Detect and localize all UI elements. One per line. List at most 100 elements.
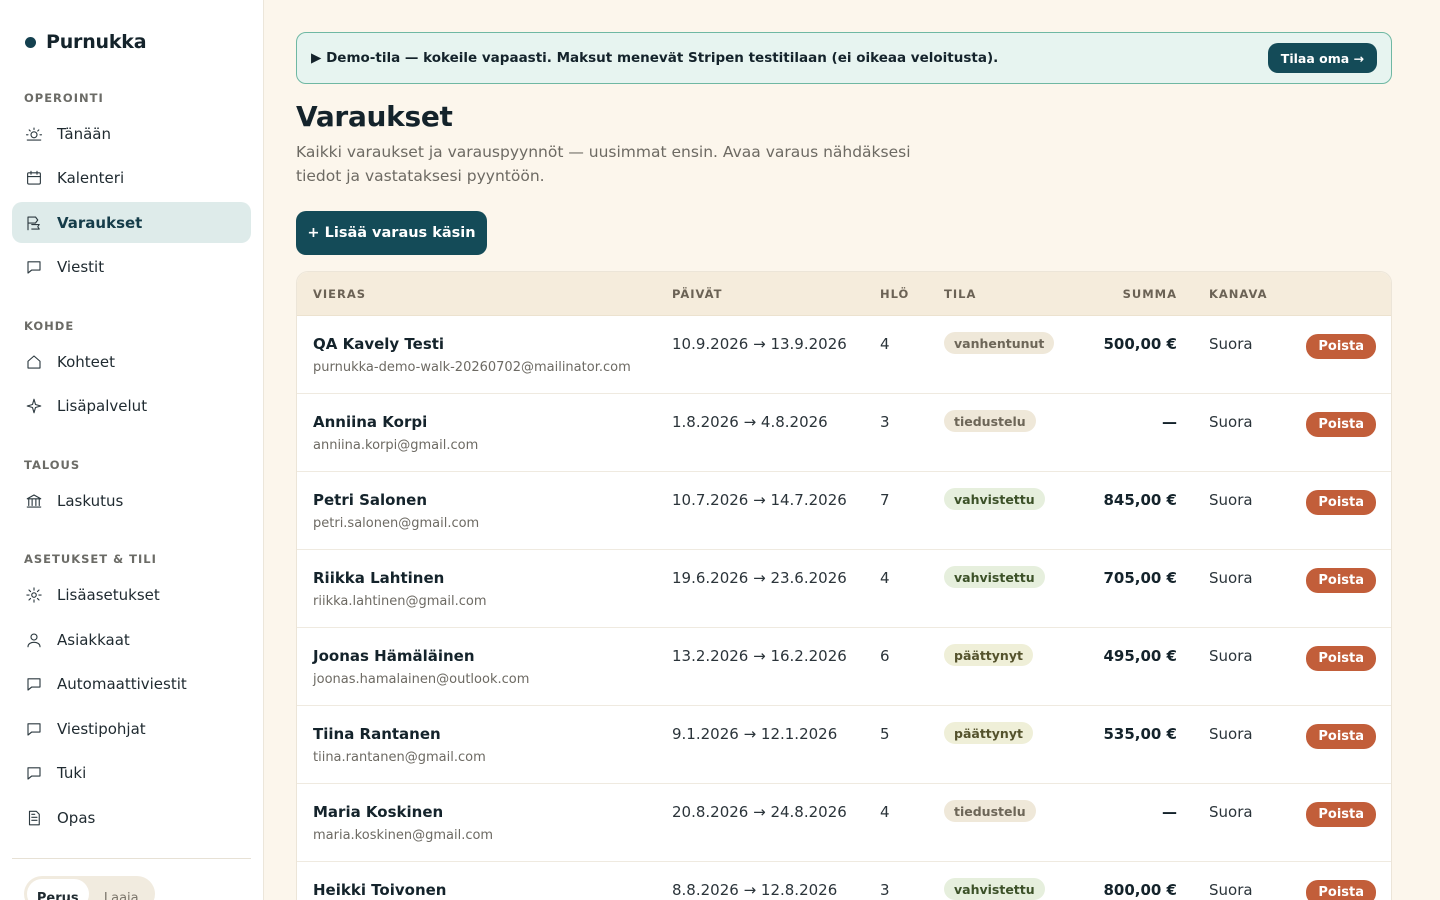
status-badge: vahvistettu (944, 878, 1045, 900)
guest-name[interactable]: Maria Koskinen (313, 803, 443, 821)
guest-name[interactable]: Riikka Lahtinen (313, 569, 444, 587)
status-badge: vahvistettu (944, 488, 1045, 510)
sidebar-divider (12, 858, 251, 859)
sun-icon (25, 125, 43, 143)
table-row[interactable]: Anniina Korpi anniina.korpi@gmail.com 1.8.… (297, 394, 1391, 472)
sidebar-item-label: Viestipohjat (57, 719, 146, 738)
table-row[interactable]: Maria Koskinen maria.koskinen@gmail.com 20… (297, 784, 1391, 862)
status-badge: vahvistettu (944, 566, 1045, 588)
add-booking-button[interactable]: + Lisää varaus käsin (296, 211, 487, 255)
subscribe-button[interactable]: Tilaa oma → (1267, 43, 1377, 73)
guest-email: riikka.lahtinen@gmail.com (313, 594, 487, 609)
delete-button[interactable]: Poista (1306, 412, 1376, 437)
sidebar-item-lisapalvelut[interactable]: Lisäpalvelut (12, 385, 251, 426)
sidebar-item-viestit[interactable]: Viestit (12, 246, 251, 287)
booking-dates: 8.8.2026 → 12.8.2026 (672, 881, 838, 899)
page-title: Varaukset (296, 100, 453, 133)
guest-email: maria.koskinen@gmail.com (313, 828, 494, 843)
table-row[interactable]: QA Kavely Testi purnukka-demo-walk-202607… (297, 316, 1391, 394)
status-badge: tiedustelu (944, 800, 1036, 822)
brand-logo[interactable]: Purnukka (25, 31, 147, 53)
guest-name[interactable]: QA Kavely Testi (313, 335, 444, 353)
column-header-channel[interactable]: KANAVA (1209, 287, 1268, 301)
sidebar-item-label: Viestit (57, 257, 105, 276)
delete-button[interactable]: Poista (1306, 646, 1376, 671)
sidebar-item-tanaan[interactable]: Tänään (12, 113, 251, 154)
booking-channel: Suora (1209, 413, 1253, 431)
guest-email: joonas.hamalainen@outlook.com (313, 672, 530, 687)
gear-icon (25, 586, 43, 604)
column-header-sum[interactable]: SUMMA (1123, 287, 1177, 301)
booking-sum: — (1162, 803, 1177, 821)
chat-icon (25, 720, 43, 738)
sidebar-item-tuki[interactable]: Tuki (12, 752, 251, 793)
booking-dates: 13.2.2026 → 16.2.2026 (672, 647, 847, 665)
delete-button[interactable]: Poista (1306, 568, 1376, 593)
sidebar-item-label: Varaukset (57, 213, 143, 232)
delete-button[interactable]: Poista (1306, 724, 1376, 749)
guest-name[interactable]: Anniina Korpi (313, 413, 427, 431)
sidebar-item-varaukset[interactable]: Varaukset (12, 202, 251, 243)
booking-channel: Suora (1209, 491, 1253, 509)
column-header-status[interactable]: TILA (944, 287, 976, 301)
booking-dates: 9.1.2026 → 12.1.2026 (672, 725, 838, 743)
bookings-table: VIERAS PÄIVÄT HLÖ TILA SUMMA KANAVA QA K… (296, 271, 1392, 900)
sidebar-item-opas[interactable]: Opas (12, 797, 251, 838)
sidebar-item-label: Kohteet (57, 352, 115, 371)
table-row[interactable]: Riikka Lahtinen riikka.lahtinen@gmail.com… (297, 550, 1391, 628)
delete-button[interactable]: Poista (1306, 802, 1376, 827)
sidebar-item-automaattiviestit[interactable]: Automaattiviestit (12, 663, 251, 704)
booking-channel: Suora (1209, 569, 1253, 587)
guest-name[interactable]: Joonas Hämäläinen (313, 647, 475, 665)
guest-name[interactable]: Petri Salonen (313, 491, 427, 509)
column-header-dates[interactable]: PÄIVÄT (672, 287, 723, 301)
page-subtitle: Kaikki varaukset ja varauspyynnöt — uusi… (296, 143, 911, 185)
status-badge: tiedustelu (944, 410, 1036, 432)
document-icon (25, 809, 43, 827)
sidebar-item-kalenteri[interactable]: Kalenteri (12, 157, 251, 198)
delete-button[interactable]: Poista (1306, 490, 1376, 515)
booking-sum: 495,00 € (1103, 647, 1177, 665)
sidebar-item-label: Asiakkaat (57, 630, 130, 649)
booking-dates: 20.8.2026 → 24.8.2026 (672, 803, 847, 821)
guest-email: anniina.korpi@gmail.com (313, 438, 479, 453)
sidebar-item-laskutus[interactable]: Laskutus (12, 480, 251, 521)
section-label-kohde: KOHDE (24, 319, 75, 333)
booking-sum: 800,00 € (1103, 881, 1177, 899)
booking-channel: Suora (1209, 725, 1253, 743)
mode-option-laaja[interactable]: Laaja (91, 879, 153, 900)
guest-count: 4 (880, 569, 890, 587)
sidebar-item-label: Automaattiviestit (57, 674, 187, 693)
guest-name[interactable]: Tiina Rantanen (313, 725, 441, 743)
table-row[interactable]: Joonas Hämäläinen joonas.hamalainen@outlo… (297, 628, 1391, 706)
table-row[interactable]: Petri Salonen petri.salonen@gmail.com 10.7… (297, 472, 1391, 550)
delete-button[interactable]: Poista (1306, 880, 1376, 900)
sidebar-item-asiakkaat[interactable]: Asiakkaat (12, 619, 251, 660)
sidebar-item-lisaasetukset[interactable]: Lisäasetukset (12, 574, 251, 615)
brand-name: Purnukka (46, 31, 147, 53)
column-header-guest[interactable]: VIERAS (313, 287, 366, 301)
mode-option-perus[interactable]: Perus (27, 879, 89, 900)
column-header-people[interactable]: HLÖ (880, 287, 909, 301)
sidebar-item-viestipohjat[interactable]: Viestipohjat (12, 708, 251, 749)
guest-name[interactable]: Heikki Toivonen (313, 881, 446, 899)
sidebar-item-kohteet[interactable]: Kohteet (12, 341, 251, 382)
guest-email: purnukka-demo-walk-20260702@mailinator.c… (313, 360, 631, 375)
delete-button[interactable]: Poista (1306, 334, 1376, 359)
guest-count: 5 (880, 725, 890, 743)
section-label-operointi: OPEROINTI (24, 91, 104, 105)
user-icon (25, 631, 43, 649)
guest-email: tiina.rantanen@gmail.com (313, 750, 486, 765)
booking-sum: 845,00 € (1103, 491, 1177, 509)
table-row[interactable]: Tiina Rantanen tiina.rantanen@gmail.com 9.… (297, 706, 1391, 784)
sidebar-item-label: Opas (57, 808, 96, 827)
sidebar-item-label: Tuki (57, 763, 87, 782)
booking-dates: 19.6.2026 → 23.6.2026 (672, 569, 847, 587)
table-row[interactable]: Heikki Toivonen 8.8.2026 → 12.8.2026 3 vahv… (297, 862, 1391, 900)
booking-channel: Suora (1209, 647, 1253, 665)
booking-channel: Suora (1209, 803, 1253, 821)
guest-count: 3 (880, 413, 890, 431)
status-badge: päättynyt (944, 722, 1033, 744)
bookings-icon (25, 214, 43, 232)
sidebar-item-label: Laskutus (57, 491, 124, 510)
